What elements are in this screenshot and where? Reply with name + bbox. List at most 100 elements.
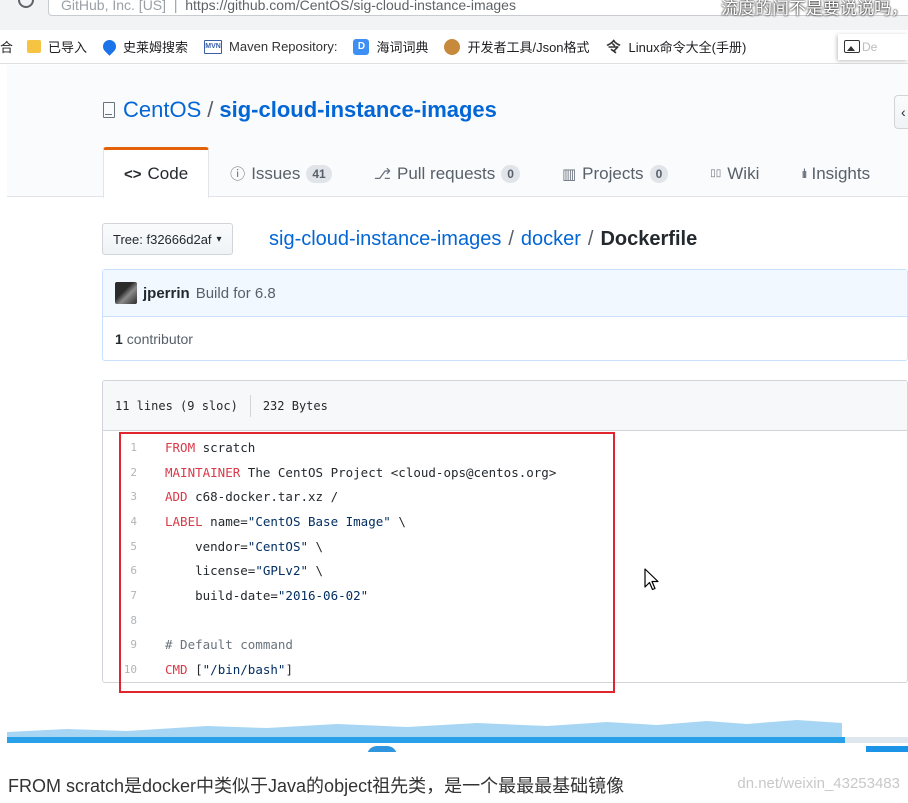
command-icon: 令 [605, 38, 622, 55]
bookmark-item[interactable]: 合 [0, 37, 13, 56]
project-icon: ▥ [561, 165, 577, 183]
code-token: \ [308, 538, 324, 554]
code-keyword: ADD [165, 489, 188, 505]
pull-requests-counter: 0 [501, 164, 520, 183]
mouse-cursor-icon [644, 568, 659, 591]
line-code: # Default command [151, 637, 293, 652]
repo-header: CentOS / sig-cloud-instance-images ‹ <> … [7, 65, 908, 198]
bookmark-label: 开发者工具/Json格式 [467, 40, 590, 55]
line-code: ADD c68-docker.tar.xz / [151, 489, 338, 504]
code-string: "GPLv2" [255, 563, 308, 579]
file-line-count: 11 lines (9 sloc) [115, 398, 238, 413]
repo-owner-link[interactable]: CentOS [123, 97, 201, 123]
tab-issues[interactable]: ⓘ Issues 41 [209, 148, 353, 198]
commit-tease: jperrin Build for 6.8 1 contributor [102, 269, 908, 361]
latest-commit: jperrin Build for 6.8 [103, 270, 907, 317]
bookmark-item[interactable]: 令 Linux命令大全(手册) [605, 37, 747, 56]
code-text: license="GPLv2" \ [165, 563, 323, 578]
monkey-icon [444, 38, 461, 55]
progress-marker[interactable] [367, 746, 397, 752]
code-line: 8 [103, 608, 907, 633]
breadcrumb-file-name: Dockerfile [600, 227, 698, 250]
line-code: FROM scratch [151, 440, 255, 455]
line-number[interactable]: 1 [103, 441, 151, 454]
line-number[interactable]: 3 [103, 490, 151, 503]
bookmark-item[interactable]: D 海词词典 [353, 37, 428, 56]
code-text: scratch [195, 439, 256, 455]
branch-select-button[interactable]: Tree: f32666d2af ▾ [102, 223, 233, 255]
contributors-summary[interactable]: 1 contributor [103, 317, 907, 361]
repo-name-link[interactable]: sig-cloud-instance-images [219, 97, 497, 123]
code-text: build-date="2016-06-02" [165, 588, 368, 603]
progress-end-marker [866, 746, 908, 752]
repo-title: CentOS / sig-cloud-instance-images [103, 97, 497, 123]
graph-icon: ılı [801, 166, 807, 181]
line-number[interactable]: 6 [103, 564, 151, 577]
code-token: \ [308, 563, 324, 579]
line-number[interactable]: 8 [103, 614, 151, 627]
tab-insights[interactable]: ılı Insights [780, 148, 891, 198]
bookmark-label: Maven Repository: [229, 39, 338, 54]
bookmark-item[interactable]: MVN Maven Repository: [204, 39, 337, 54]
code-token: ] [285, 662, 293, 678]
line-number[interactable]: 7 [103, 589, 151, 602]
code-line: 5 vendor="CentOS" \ [103, 534, 907, 559]
code-token: \ [390, 513, 406, 529]
code-line: 9 # Default command [103, 633, 907, 658]
watch-icon: ‹ [901, 104, 906, 120]
line-number[interactable]: 4 [103, 515, 151, 528]
line-code: license="GPLv2" \ [151, 563, 323, 578]
bookmark-item[interactable]: 开发者工具/Json格式 [444, 37, 590, 56]
bookmark-label: 史莱姆搜索 [123, 40, 189, 55]
browser-address-bar: GitHub, Inc. [US] | https://github.com/C… [0, 0, 908, 30]
tab-wiki[interactable]: ▯▯ Wiki [689, 148, 780, 198]
bookmark-item[interactable]: 史莱姆搜索 [100, 37, 189, 56]
bookmark-label: Linux命令大全(手册) [628, 40, 747, 55]
line-number[interactable]: 5 [103, 540, 151, 553]
tab-projects[interactable]: ▥ Projects 0 [541, 148, 689, 198]
commit-message-link[interactable]: Build for 6.8 [196, 285, 276, 302]
tab-label: Code [147, 164, 189, 183]
url-path: https://github.com/CentOS/sig-cloud-inst… [185, 0, 516, 13]
reload-icon[interactable] [18, 0, 34, 8]
code-line: 7 build-date="2016-06-02" [103, 583, 907, 608]
bookmark-item[interactable]: 已导入 [27, 37, 87, 56]
breadcrumb-repo-link[interactable]: sig-cloud-instance-images [269, 228, 501, 251]
avatar[interactable] [115, 282, 137, 304]
line-number[interactable]: 9 [103, 638, 151, 651]
file-viewer: 11 lines (9 sloc) 232 Bytes 1 FROM scratc… [102, 380, 908, 683]
line-number[interactable]: 10 [103, 663, 151, 676]
code-keyword: CMD [165, 662, 188, 678]
bookmark-label: De [862, 40, 878, 54]
tab-pull-requests[interactable]: ⎇ Pull requests 0 [353, 148, 541, 198]
code-string: "CentOS" [247, 538, 309, 554]
branch-label: Tree: f32666d2af [113, 231, 212, 247]
tab-label: Insights [811, 163, 871, 183]
code-keyword: LABEL [165, 513, 203, 529]
file-breadcrumb: sig-cloud-instance-images / docker / Doc… [269, 225, 697, 253]
bookmark-item-partial[interactable]: De [838, 34, 908, 60]
watch-button[interactable]: ‹ [894, 95, 908, 129]
progress-fill [7, 737, 845, 743]
dict-icon: D [353, 38, 370, 55]
code-token: license= [165, 563, 256, 579]
code-string: "2016-06-02" [277, 587, 369, 603]
commit-author-link[interactable]: jperrin [143, 285, 190, 302]
line-number[interactable]: 2 [103, 466, 151, 479]
video-overlay-caption: 流度的间不是要说说吗， [721, 0, 908, 18]
breadcrumb-docker-link[interactable]: docker [521, 228, 581, 251]
code-string: "CentOS Base Image" [247, 513, 391, 529]
projects-counter: 0 [649, 164, 669, 183]
tab-label: Pull requests [396, 163, 496, 183]
bookmark-label: 海词词典 [376, 40, 429, 55]
code-table: 1 FROM scratch 2 MAINTAINER The CentOS Proj… [103, 431, 907, 682]
tab-code[interactable]: <> Code [103, 147, 210, 198]
watermark: dn.net/weixin_43253483 [737, 775, 900, 792]
line-code: build-date="2016-06-02" [151, 588, 368, 603]
image-icon [844, 40, 860, 53]
video-progress-bar[interactable] [7, 712, 908, 752]
code-line: 2 MAINTAINER The CentOS Project <cloud-op… [103, 460, 907, 485]
breadcrumb-separator: / [508, 227, 514, 250]
file-header: 11 lines (9 sloc) 232 Bytes [103, 381, 907, 431]
audio-waveform [7, 720, 842, 738]
